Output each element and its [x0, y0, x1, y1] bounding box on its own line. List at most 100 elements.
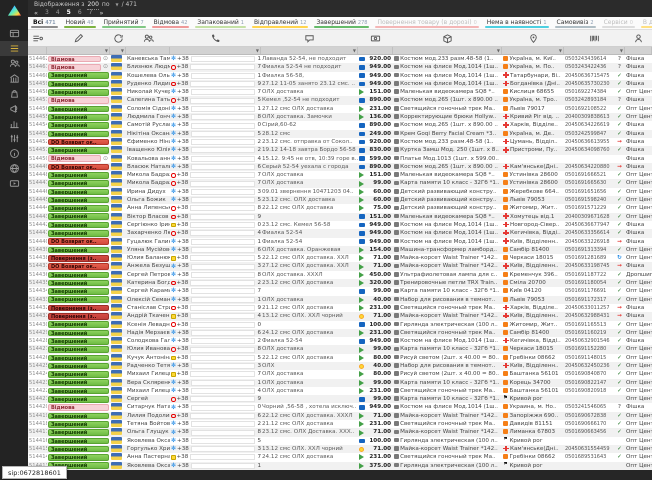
order-row[interactable]: 514461Відмова⊙Близнюк Людмила ..+387Фиал…: [28, 63, 652, 71]
order-row[interactable]: 514421ЗавершенийСергей+38999.00Карта пам…: [28, 395, 652, 403]
order-row[interactable]: 514453ЗавершенийНікітіна Оксана Дми..✻+3…: [28, 130, 652, 138]
page-number-7[interactable]: 7: [89, 9, 93, 17]
status-badge[interactable]: DO Возврат ок..: [48, 263, 109, 270]
status-badge[interactable]: Завершений: [48, 396, 109, 403]
column-header-phone-icon[interactable]: [170, 30, 261, 46]
status-badge[interactable]: Завершений: [48, 438, 109, 445]
tab-відмова[interactable]: Відмова42: [149, 17, 193, 29]
order-row[interactable]: 514445ЗавершенийОльга Божик✻+38523.12 см…: [28, 196, 652, 204]
status-badge[interactable]: Завершений: [48, 114, 109, 121]
page-number-5[interactable]: 5: [67, 9, 71, 17]
order-row[interactable]: 514413ЗавершенийЯковлева Оксана✻+381375.…: [28, 462, 652, 470]
status-badge[interactable]: Відмова: [48, 56, 101, 63]
status-badge[interactable]: Завершений: [48, 205, 109, 212]
status-badge[interactable]: Завершений: [48, 321, 109, 328]
status-badge[interactable]: Завершений: [48, 172, 109, 179]
order-row[interactable]: 514432Повернення (з..Станіслав Стрижак+3…: [28, 304, 652, 312]
order-row[interactable]: 514425ЗавершенийРадченко Тетяна✻+383ОЛХ4…: [28, 362, 652, 370]
status-badge[interactable]: Повернення (з..: [48, 255, 109, 262]
order-row[interactable]: 514416ЗавершенийЯковлева Оксана✻+385100.…: [28, 437, 652, 445]
column-header-comment-icon[interactable]: [261, 30, 358, 46]
order-row[interactable]: 514435ЗавершенийКатерина Богданова+38223…: [28, 279, 652, 287]
status-badge[interactable]: Завершений: [48, 230, 109, 237]
column-header-sync-icon[interactable]: [110, 30, 126, 46]
filter-caret-icon[interactable]: ▼: [121, 48, 124, 53]
status-badge[interactable]: Завершений: [48, 296, 109, 303]
status-badge[interactable]: DO Возврат ок..: [48, 164, 109, 171]
order-row[interactable]: 514418ЗавершенийТетяна Войтович✻+38221.1…: [28, 420, 652, 428]
app-logo-icon[interactable]: [0, 0, 28, 18]
order-row[interactable]: 514439ЗавершенийУляна Мусійовська✻+386ОЛ…: [28, 246, 652, 254]
order-row[interactable]: 514460ЗавершенийКошелева Ольга Ар..✻+381…: [28, 72, 652, 80]
status-badge[interactable]: Відмова: [48, 155, 101, 162]
order-row[interactable]: 514419ЗавершенийЛилия Подолинская+38622.…: [28, 412, 652, 420]
status-badge[interactable]: Завершений: [48, 429, 109, 436]
last-page-button[interactable]: »: [99, 9, 103, 17]
column-header-rows-icon[interactable]: [28, 30, 47, 46]
status-badge[interactable]: Завершений: [48, 272, 109, 279]
status-badge[interactable]: Завершений: [48, 81, 109, 88]
column-header-barcode-icon[interactable]: [564, 30, 625, 46]
status-badge[interactable]: Відмова: [48, 97, 109, 104]
tab-новий[interactable]: Новий48: [61, 17, 99, 29]
filter-caret-icon[interactable]: ▼: [497, 48, 500, 53]
order-row[interactable]: 514443ЗавершенийВіктор Власов+389151.00М…: [28, 213, 652, 221]
status-badge[interactable]: Завершений: [48, 371, 109, 378]
status-badge[interactable]: Завершений: [48, 288, 109, 295]
status-badge[interactable]: Завершений: [48, 106, 109, 113]
tab-повернення-товару-в-дорозі-[interactable]: Повернення товару (в дорозі)0: [372, 17, 481, 29]
order-row[interactable]: 514429ЗавершенийНадія Мерзаєва✻+38624.12…: [28, 329, 652, 337]
order-row[interactable]: 514462Відмова⊙Каневська Тамара ..✻+381Ла…: [28, 55, 652, 63]
status-badge[interactable]: Завершений: [48, 72, 109, 79]
column-header-money-icon[interactable]: [358, 30, 393, 46]
tab-сервіси[interactable]: Сервіси0: [599, 17, 638, 29]
tab-завершений[interactable]: Завершений278: [311, 17, 372, 29]
order-row[interactable]: 514454ЗавершенийСамотій Руслана Во..✻+38…: [28, 121, 652, 129]
order-row[interactable]: 514434ЗавершенийСергей Карамышев✻+38799.…: [28, 287, 652, 295]
status-badge[interactable]: Завершений: [48, 131, 109, 138]
column-header-location-icon[interactable]: [502, 30, 564, 46]
status-badge[interactable]: Завершений: [48, 247, 109, 254]
column-header-package-icon[interactable]: [393, 30, 502, 46]
status-badge[interactable]: Завершений: [48, 147, 109, 154]
page-number-6[interactable]: 6: [78, 9, 82, 17]
order-row[interactable]: 514457ВідмоваСалегина Татьяна С..+385Кем…: [28, 96, 652, 104]
tab-відправлений[interactable]: Відправлений12: [249, 17, 312, 29]
status-badge[interactable]: Завершений: [48, 454, 109, 461]
order-row[interactable]: 514447ЗавершенийМикола Бадражан+387ОЛХ д…: [28, 179, 652, 187]
order-row[interactable]: 514431Повернення (з..Андрій Ткаченко+384…: [28, 312, 652, 320]
status-badge[interactable]: Завершений: [48, 363, 109, 370]
order-row[interactable]: 514414ЗавершенийАнна Пастернак+38724.12 …: [28, 453, 652, 461]
order-row[interactable]: 514449DO Возврат ок..Власюк Наталья✻+386…: [28, 163, 652, 171]
order-row[interactable]: 514438Повернення (з..Юлия Баланюк+38522.…: [28, 254, 652, 262]
first-page-button[interactable]: «: [34, 9, 38, 17]
status-badge[interactable]: Завершений: [48, 280, 109, 287]
sidebar-item-video[interactable]: [0, 176, 28, 191]
order-row[interactable]: 514452DO Возврат ок..Єфименко Ніна✻+3822…: [28, 138, 652, 146]
order-row[interactable]: 514448ЗавершенийМикола Бадражан+387ОЛХ д…: [28, 171, 652, 179]
status-badge[interactable]: Повернення (з..: [48, 305, 109, 312]
order-row[interactable]: 514459ЗавершенийРуденко Лидия Пав..+3892…: [28, 80, 652, 88]
status-badge[interactable]: Відмова: [48, 64, 101, 71]
order-row[interactable]: 514433ЗавершенийОлексій Семанін✻+381ОЛХ …: [28, 296, 652, 304]
order-row[interactable]: 514422ЗавершенийМихаил Гилецький✻+384ОЛХ…: [28, 387, 652, 395]
order-row[interactable]: 514424ЗавершенийМихаил Гилецький+387ОЛХ …: [28, 370, 652, 378]
tab-нема-в-наявності[interactable]: Нема в наявності1: [482, 17, 552, 29]
order-row[interactable]: 514423ЗавершенийВера Скляренко✻+381ОЛХ д…: [28, 379, 652, 387]
order-row[interactable]: 514415ЗавершенийГоргулько Христина..✻+38…: [28, 445, 652, 453]
column-header-manager-icon[interactable]: [625, 30, 652, 46]
order-row[interactable]: 514428ЗавершенийСолодкова Галина В..✻+38…: [28, 337, 652, 345]
status-badge[interactable]: Завершений: [48, 189, 109, 196]
status-badge[interactable]: Завершений: [48, 213, 109, 220]
page-number-4[interactable]: 4: [56, 9, 60, 17]
order-row[interactable]: 514437DO Возврат ок..Анжела Безушку✻+383…: [28, 262, 652, 270]
tab-самовивіз[interactable]: Самовивіз2: [552, 17, 599, 29]
filter-caret-icon[interactable]: ▼: [105, 48, 108, 53]
status-badge[interactable]: DO Возврат ок..: [48, 139, 109, 146]
status-badge[interactable]: Завершений: [48, 413, 109, 420]
order-row[interactable]: 514455ЗавершенийЛюдмила Гончарова✻+388ОЛ…: [28, 113, 652, 121]
column-header-clients-icon[interactable]: [126, 30, 170, 46]
order-row[interactable]: 514430ЗавершенийКсенія Левадняя+380100.0…: [28, 321, 652, 329]
order-row[interactable]: 514426ЗавершенийКучук Антоніна+38522.12 …: [28, 354, 652, 362]
page-number-3[interactable]: 3: [45, 9, 49, 17]
